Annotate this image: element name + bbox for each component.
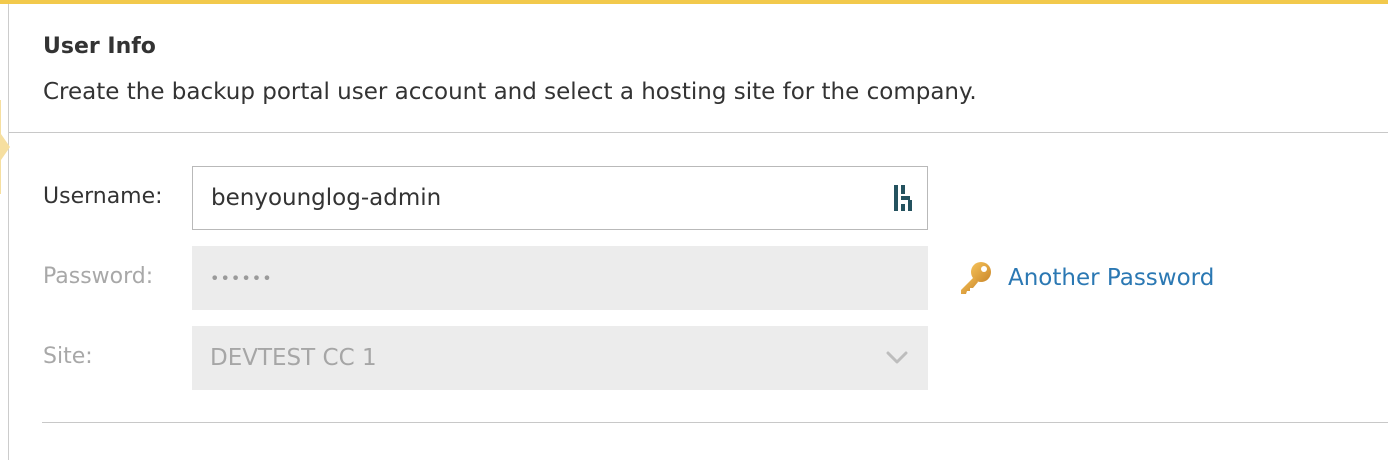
chevron-down-icon [886,351,908,364]
header-divider [9,132,1388,133]
section-title: User Info [43,34,156,59]
username-value: benyounglog-admin [211,185,442,211]
site-label: Site: [43,344,93,369]
site-value: DEVTEST CC 1 [210,345,377,371]
bottom-divider [42,422,1388,423]
password-label: Password: [43,264,154,289]
password-value: •••••• [210,268,273,288]
username-label: Username: [43,184,163,209]
password-manager-icon[interactable] [891,182,917,214]
user-info-panel: User Info Create the backup portal user … [0,0,1388,460]
password-input[interactable]: •••••• [192,246,928,310]
username-input[interactable]: benyounglog-admin [192,166,928,230]
section-description: Create the backup portal user account an… [43,79,977,105]
another-password-label: Another Password [1008,265,1215,291]
site-select[interactable]: DEVTEST CC 1 [192,326,928,390]
section-header: User Info Create the backup portal user … [9,4,1388,132]
another-password-link[interactable]: Another Password [958,258,1214,298]
key-icon [961,262,991,294]
